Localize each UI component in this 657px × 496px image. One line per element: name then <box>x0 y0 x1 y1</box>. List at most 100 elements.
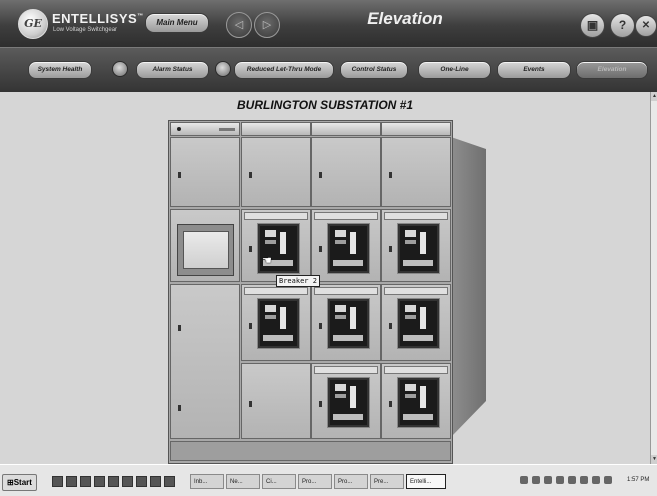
page-title: Elevation <box>367 9 443 28</box>
alarm-status-indicator-icon <box>215 61 231 77</box>
circuit-breaker[interactable] <box>398 224 439 273</box>
system-health-button[interactable]: System Health <box>28 61 92 79</box>
circuit-breaker[interactable] <box>328 378 369 427</box>
tray-icon[interactable] <box>604 476 612 484</box>
compartment-door[interactable] <box>241 363 311 439</box>
breaker-compartment[interactable] <box>241 209 311 282</box>
circuit-breaker[interactable] <box>258 299 299 348</box>
quick-launch-icon[interactable] <box>108 476 119 487</box>
breaker-compartment[interactable] <box>311 209 381 282</box>
taskbar-window-button[interactable]: Ci... <box>262 474 296 489</box>
compartment-door[interactable] <box>241 137 311 207</box>
circuit-breaker[interactable] <box>398 378 439 427</box>
system-clock: 1:57 PM <box>627 477 650 483</box>
quick-launch-icon[interactable] <box>52 476 63 487</box>
quick-launch-icon[interactable] <box>122 476 133 487</box>
circuit-breaker[interactable] <box>398 299 439 348</box>
breaker-compartment[interactable] <box>241 284 311 361</box>
quick-launch-icon[interactable] <box>136 476 147 487</box>
compartment-door[interactable] <box>170 137 240 207</box>
compartment-door[interactable] <box>311 137 381 207</box>
tray-icon[interactable] <box>592 476 600 484</box>
breaker-tooltip: Breaker 2 <box>276 275 320 287</box>
tray-icon[interactable] <box>556 476 564 484</box>
one-line-button[interactable]: One-Line <box>418 61 491 79</box>
breaker-compartment[interactable] <box>381 363 451 439</box>
hmi-panel[interactable] <box>177 224 234 276</box>
events-button[interactable]: Events <box>497 61 571 79</box>
door-handle-icon <box>249 245 252 252</box>
breaker-indicator-strip <box>314 287 378 295</box>
door-handle-icon <box>178 405 181 411</box>
door-handle-icon <box>249 401 252 407</box>
alarm-status-button[interactable]: Alarm Status <box>136 61 209 79</box>
compartment-door[interactable] <box>170 284 240 439</box>
reduced-let-thru-mode-button[interactable]: Reduced Let-Thru Mode <box>234 61 334 79</box>
breaker-compartment[interactable] <box>381 284 451 361</box>
breaker-compartment[interactable] <box>381 209 451 282</box>
compartment-door[interactable] <box>381 137 451 207</box>
breaker-indicator-strip <box>244 212 308 220</box>
quick-launch-icon[interactable] <box>164 476 175 487</box>
switchgear-lineup <box>168 120 453 464</box>
tray-icon[interactable] <box>580 476 588 484</box>
door-handle-icon <box>178 172 181 178</box>
door-handle-icon <box>319 401 322 407</box>
elevation-button: Elevation <box>576 61 648 79</box>
door-handle-icon <box>389 322 392 329</box>
help-icon[interactable]: ? <box>610 13 635 38</box>
tray-icon[interactable] <box>568 476 576 484</box>
scroll-down-arrow-icon[interactable]: ▼ <box>651 455 657 464</box>
ge-logo-icon <box>18 9 48 39</box>
quick-launch-icon[interactable] <box>80 476 91 487</box>
scroll-up-arrow-icon[interactable]: ▲ <box>651 92 657 101</box>
top-strip <box>241 122 311 136</box>
indicator-light-icon <box>177 127 181 131</box>
control-status-button[interactable]: Control Status <box>340 61 408 79</box>
tray-icon[interactable] <box>544 476 552 484</box>
door-handle-icon <box>319 322 322 329</box>
forward-arrow-icon[interactable]: ▷ <box>254 12 280 38</box>
brand-subtitle: Low Voltage Switchgear <box>53 27 118 33</box>
quick-launch-icon[interactable] <box>94 476 105 487</box>
main-menu-button[interactable]: Main Menu <box>145 13 209 33</box>
substation-title: BURLINGTON SUBSTATION #1 <box>236 98 413 112</box>
door-handle-icon <box>319 172 322 178</box>
breaker-indicator-strip <box>384 212 448 220</box>
hand-cursor-icon: ☚ <box>262 255 272 267</box>
hmi-compartment <box>170 209 240 282</box>
circuit-breaker[interactable] <box>328 224 369 273</box>
taskbar-window-button-active[interactable]: Entelli... <box>406 474 446 489</box>
taskbar-window-button[interactable]: Ne... <box>226 474 260 489</box>
door-handle-icon <box>389 172 392 178</box>
door-handle-icon <box>319 245 322 252</box>
app-header: ENTELLISYS™ Low Voltage Switchgear Main … <box>0 0 657 47</box>
taskbar-window-button[interactable]: Pre... <box>370 474 404 489</box>
breaker-compartment[interactable] <box>311 363 381 439</box>
breaker-indicator-strip <box>384 287 448 295</box>
back-arrow-icon[interactable]: ◁ <box>226 12 252 38</box>
windows-taskbar: ⊞Start Inb... Ne... Ci... Pro... Pro... … <box>0 464 657 496</box>
taskbar-window-button[interactable]: Inb... <box>190 474 224 489</box>
start-button[interactable]: ⊞Start <box>2 474 37 491</box>
top-strip <box>170 122 240 136</box>
circuit-breaker[interactable] <box>328 299 369 348</box>
switchgear-side-panel <box>451 137 486 437</box>
breaker-indicator-strip <box>244 287 308 295</box>
hmi-screen <box>183 231 229 269</box>
door-handle-icon <box>178 325 181 331</box>
vertical-scrollbar[interactable]: ▲ ▼ <box>650 92 657 464</box>
tray-icon[interactable] <box>520 476 528 484</box>
close-icon[interactable]: ✕ <box>635 15 657 37</box>
nameplate <box>219 128 235 131</box>
tray-icon[interactable] <box>532 476 540 484</box>
taskbar-window-button[interactable]: Pro... <box>334 474 368 489</box>
door-handle-icon <box>249 172 252 178</box>
door-handle-icon <box>389 401 392 407</box>
quick-launch-icon[interactable] <box>150 476 161 487</box>
elevation-view: BURLINGTON SUBSTATION #1 ☚ Breaker 2 <box>0 92 650 464</box>
print-icon[interactable]: ▣ <box>580 13 605 38</box>
breaker-compartment[interactable] <box>311 284 381 361</box>
taskbar-window-button[interactable]: Pro... <box>298 474 332 489</box>
quick-launch-icon[interactable] <box>66 476 77 487</box>
